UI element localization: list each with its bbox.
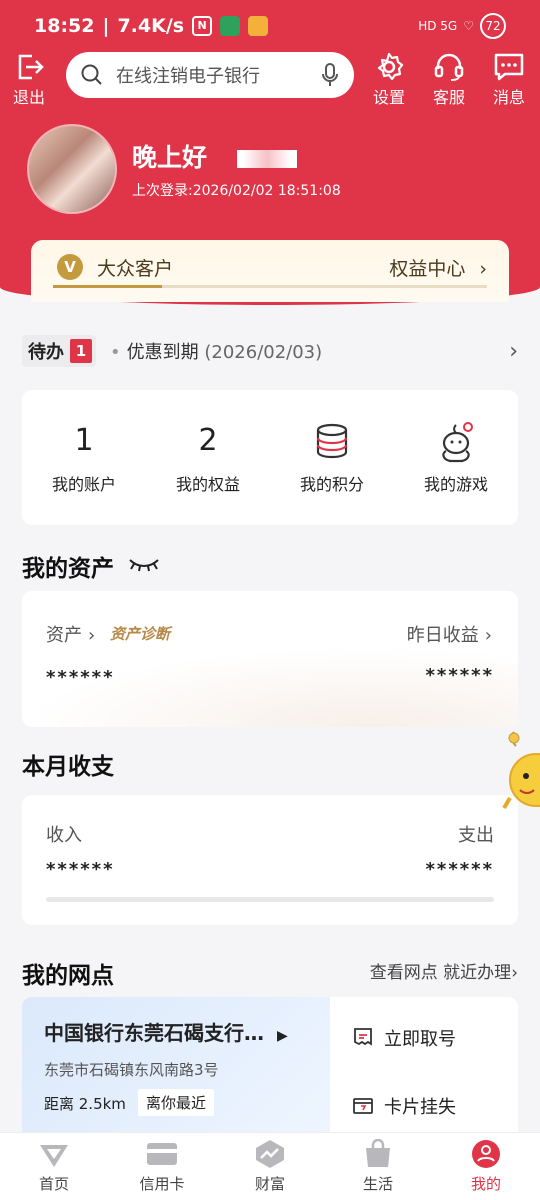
app-notification-icon [248, 16, 269, 36]
member-progress [53, 285, 487, 288]
income-expense-bar [46, 897, 494, 902]
my-points-item[interactable]: 我的积分 [270, 390, 394, 525]
account-count: 1 [74, 422, 94, 458]
gear-icon [372, 50, 406, 84]
benefits-count: 2 [198, 422, 218, 458]
todo-bar[interactable]: 待办 1 • 优惠到期 (2026/02/03) › [22, 333, 518, 369]
branch-name: 中国银行东莞石碣支行… ▶ [44, 1021, 288, 1045]
bottom-tab-bar: 首页 信用卡 财富 生活 我的 [0, 1132, 540, 1200]
nfc-icon: N [192, 16, 213, 36]
report-lost-card-button[interactable]: 卡片挂失 [352, 1093, 456, 1119]
play-arrow-icon: ▶ [276, 1028, 288, 1044]
income-value: ****** [46, 859, 115, 880]
todo-text: • 优惠到期 (2026/02/03) [110, 342, 323, 363]
benefits-center-link[interactable]: 权益中心 › [389, 254, 487, 281]
nearest-badge: 离你最近 [138, 1089, 215, 1116]
avatar[interactable] [27, 124, 117, 214]
last-login: 上次登录:2026/02/02 18:51:08 [132, 183, 341, 199]
network-type: HD 5G [418, 19, 458, 33]
view-branches-link[interactable]: 查看网点 就近办理› [370, 958, 518, 983]
floating-mascot-icon[interactable] [500, 730, 540, 820]
quick-access-card: 1 我的账户 2 我的权益 我的积分 我的游戏 [22, 390, 518, 525]
todo-count-badge: 1 [70, 339, 92, 363]
branch-card[interactable]: 中国银行东莞石碣支行… ▶ 东莞市石碣镇东风南路3号 距离 2.5km 离你最近 [22, 997, 330, 1135]
points-label: 我的积分 [299, 474, 364, 494]
asset-value: ****** [46, 667, 115, 688]
income-label: 收入 [46, 825, 82, 846]
monthly-title: 本月收支 [22, 754, 114, 780]
branch-distance: 距离 2.5km [44, 1095, 126, 1113]
tab-home[interactable]: 首页 [0, 1133, 108, 1200]
chevron-right-icon: › [484, 625, 492, 646]
branch-address: 东莞市石碣镇东风南路3号 [44, 1061, 219, 1079]
home-icon [40, 1145, 68, 1167]
tab-credit-card[interactable]: 信用卡 [108, 1133, 216, 1200]
tab-mine[interactable]: 我的 [432, 1133, 540, 1200]
eye-closed-icon[interactable] [128, 556, 160, 572]
messages-button[interactable]: 消息 [492, 50, 526, 108]
top-bar: 退出 在线注销电子银行 设置 客服 消息 [0, 50, 540, 107]
greeting: 晚上好 [132, 138, 298, 174]
chevron-right-icon: › [479, 258, 487, 280]
wealth-icon [256, 1140, 284, 1168]
message-icon [492, 50, 526, 84]
assets-card: 资产 › 资产诊断 昨日收益 › ****** ****** [22, 591, 518, 727]
profile-icon [472, 1140, 500, 1168]
tab-wealth[interactable]: 财富 [216, 1133, 324, 1200]
chevron-right-icon: › [509, 338, 518, 364]
service-label: 客服 [432, 88, 465, 107]
logout-button[interactable]: 退出 [12, 50, 46, 108]
yesterday-earnings-value: ****** [425, 665, 494, 686]
profile-block: 晚上好 上次登录:2026/02/02 18:51:08 [27, 124, 341, 214]
status-time: 18:52 [34, 15, 95, 37]
status-bar: 18:52 | 7.4K/s N HD 5G ♡ 72 [0, 0, 540, 52]
customer-service-button[interactable]: 客服 [432, 50, 466, 108]
monthly-summary-card[interactable]: 收入 支出 ****** ****** [22, 795, 518, 925]
chevron-right-icon: › [511, 963, 518, 983]
branch-title: 我的网点 [22, 963, 114, 989]
assets-title: 我的资产 [22, 556, 114, 582]
message-label: 消息 [492, 88, 525, 107]
credit-card-icon [147, 1143, 177, 1165]
shopping-bag-icon [366, 1139, 390, 1167]
headset-icon [432, 50, 466, 84]
masked-username [237, 150, 298, 168]
settings-button[interactable]: 设置 [372, 50, 406, 108]
expense-value: ****** [425, 859, 494, 880]
my-games-item[interactable]: 我的游戏 [394, 390, 518, 525]
shield-app-icon [220, 16, 241, 36]
coin-stack-icon [312, 421, 352, 461]
expense-label: 支出 [458, 825, 494, 846]
logout-icon [12, 50, 46, 84]
card-lock-icon [353, 1098, 373, 1114]
microphone-icon[interactable] [320, 62, 340, 88]
settings-label: 设置 [372, 88, 405, 107]
heart-icon: ♡ [463, 19, 474, 33]
benefits-label: 我的权益 [175, 474, 240, 494]
search-bar[interactable]: 在线注销电子银行 [66, 52, 354, 98]
mascot-icon [434, 421, 478, 462]
logout-label: 退出 [12, 88, 45, 107]
chevron-right-icon: › [88, 625, 96, 646]
tab-life[interactable]: 生活 [324, 1133, 432, 1200]
branch-services: 立即取号 卡片挂失 [330, 997, 518, 1135]
take-number-button[interactable]: 立即取号 [352, 1025, 456, 1051]
asset-link[interactable]: 资产 › [46, 621, 95, 647]
my-benefits-item[interactable]: 2 我的权益 [146, 390, 270, 525]
member-level-card[interactable]: V 大众客户 权益中心 › [31, 240, 509, 302]
my-accounts-item[interactable]: 1 我的账户 [22, 390, 146, 525]
todo-tag: 待办 1 [22, 335, 96, 367]
vip-badge-icon: V [57, 254, 83, 280]
asset-diagnosis-button[interactable]: 资产诊断 [110, 623, 170, 644]
search-icon [81, 64, 102, 85]
battery-level: 72 [480, 13, 506, 39]
games-label: 我的游戏 [423, 474, 488, 494]
yesterday-earnings-link[interactable]: 昨日收益 › [407, 621, 492, 647]
accounts-label: 我的账户 [51, 474, 116, 494]
member-level: 大众客户 [97, 258, 174, 280]
search-placeholder: 在线注销电子银行 [116, 66, 260, 87]
network-speed: 7.4K/s [117, 15, 185, 37]
ticket-icon [354, 1028, 372, 1046]
